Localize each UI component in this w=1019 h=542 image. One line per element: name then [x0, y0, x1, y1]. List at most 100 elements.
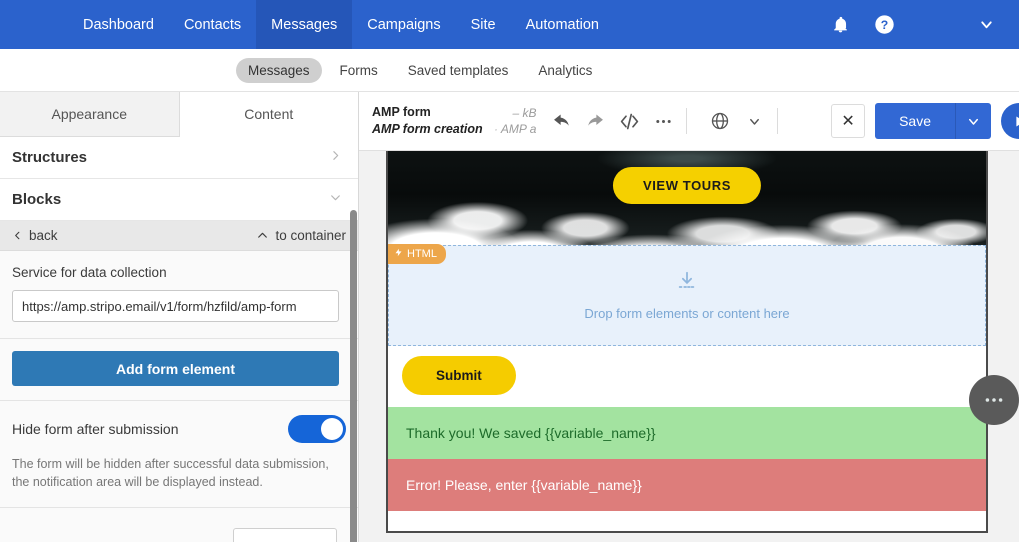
tab-label: Content [244, 106, 294, 122]
hide-form-label: Hide form after submission [12, 421, 179, 437]
dropzone-text: Drop form elements or content here [584, 306, 790, 321]
success-notification[interactable]: Thank you! We saved {{variable_name}} [388, 407, 986, 459]
nav-label: Campaigns [367, 16, 441, 33]
nav-item-automation[interactable]: Automation [511, 0, 614, 49]
tab-appearance[interactable]: Appearance [0, 92, 180, 137]
chevron-down-icon [329, 191, 342, 208]
sidebar-bottom-area [0, 508, 358, 527]
top-nav-right-group: ? [829, 0, 1019, 49]
editor-toolbar: AMP form AMP form creation – kB · AMP a [359, 92, 1019, 151]
document-type: AMP a [500, 122, 537, 136]
chevron-up-icon [258, 232, 268, 238]
language-group [705, 106, 769, 136]
hero-image-block[interactable]: VIEW TOURS [388, 151, 986, 245]
nav-item-site[interactable]: Site [456, 0, 511, 49]
html-badge-label: HTML [407, 248, 437, 260]
nav-label: Contacts [183, 16, 242, 33]
service-field-label: Service for data collection [12, 265, 167, 280]
accordion-label: Blocks [12, 191, 62, 208]
editor-sidebar: Appearance Content Structures Blocks bac… [0, 92, 359, 542]
hide-form-toggle-row: Hide form after submission [12, 415, 346, 443]
to-container-button[interactable]: to container [256, 228, 346, 243]
close-button[interactable]: ✕ [831, 104, 866, 138]
service-url-input[interactable] [12, 290, 339, 322]
top-navigation-bar: Dashboard Contacts Messages Campaigns Si… [0, 0, 1019, 49]
tab-content[interactable]: Content [179, 92, 358, 137]
nav-label: Site [470, 16, 496, 33]
help-circle-icon[interactable]: ? [873, 14, 895, 36]
sub-navigation-bar: Messages Forms Saved templates Analytics [0, 49, 1019, 92]
redo-arrow-icon[interactable] [580, 106, 610, 136]
workspace: Appearance Content Structures Blocks bac… [0, 92, 1019, 542]
play-preview-button[interactable] [1001, 103, 1019, 139]
save-button-group: Save [875, 103, 991, 139]
tab-label: Appearance [51, 106, 127, 122]
accordion-structures[interactable]: Structures [0, 137, 358, 179]
nav-item-contacts[interactable]: Contacts [169, 0, 256, 49]
subnav-item-saved-templates[interactable]: Saved templates [396, 58, 521, 83]
document-type-line: · AMP a [494, 121, 536, 137]
subnav-label: Analytics [538, 62, 593, 78]
language-chevron-down-icon[interactable] [739, 106, 769, 136]
submit-button-block: Submit [388, 346, 986, 407]
more-horizontal-icon [985, 398, 1003, 402]
editor-pane: AMP form AMP form creation – kB · AMP a [359, 92, 1019, 542]
account-chevron-down-icon[interactable] [975, 14, 997, 36]
document-meta-group: – kB · AMP a [494, 105, 536, 137]
add-form-element-section: Add form element [0, 339, 358, 400]
document-title: AMP form [372, 105, 431, 120]
save-button[interactable]: Save [875, 103, 955, 139]
svg-text:?: ? [880, 18, 887, 32]
submit-button[interactable]: Submit [402, 356, 516, 395]
nav-label: Automation [525, 16, 599, 33]
sidebar-tabs: Appearance Content [0, 92, 358, 137]
email-footer-spacer [388, 511, 986, 533]
hide-form-toggle[interactable] [288, 415, 346, 443]
subnav-label: Forms [339, 62, 378, 78]
toolbar-actions: ✕ Save [831, 103, 1019, 139]
subnav-item-forms[interactable]: Forms [328, 58, 390, 83]
document-size: – kB [512, 105, 537, 120]
save-chevron-down-icon[interactable] [955, 103, 991, 139]
code-brackets-icon[interactable] [614, 106, 644, 136]
hide-form-description: The form will be hidden after successful… [12, 457, 329, 490]
sidebar-scrollbar[interactable] [350, 210, 357, 542]
globe-icon[interactable] [705, 106, 735, 136]
subnav-item-analytics[interactable]: Analytics [526, 58, 604, 83]
email-document: VIEW TOURS Drop form elements or content… [386, 151, 988, 533]
html-block-wrapper: Drop form elements or content here HTML [388, 244, 986, 346]
html-block-badge[interactable]: HTML [388, 244, 446, 264]
breadcrumb-back-bar: back to container [0, 221, 358, 251]
drop-download-icon [676, 270, 698, 297]
document-title-group: AMP form AMP form creation [372, 104, 490, 138]
subnav-item-messages[interactable]: Messages [236, 57, 322, 83]
nav-label: Dashboard [83, 16, 154, 33]
error-notification[interactable]: Error! Please, enter {{variable_name}} [388, 459, 986, 511]
nav-item-campaigns[interactable]: Campaigns [352, 0, 455, 49]
nav-item-dashboard[interactable]: Dashboard [68, 0, 169, 49]
meta-separator: · [494, 122, 498, 136]
play-triangle-icon [1015, 116, 1019, 126]
email-canvas: VIEW TOURS Drop form elements or content… [359, 151, 1019, 542]
nav-label: Messages [271, 16, 338, 33]
nav-item-messages[interactable]: Messages [256, 0, 353, 49]
form-dropzone[interactable]: Drop form elements or content here [388, 245, 986, 346]
subnav-label: Messages [248, 62, 310, 78]
document-subtitle: AMP form creation [372, 122, 483, 136]
toggle-knob [321, 418, 343, 440]
add-form-element-button[interactable]: Add form element [12, 351, 339, 386]
accordion-blocks[interactable]: Blocks [0, 179, 358, 221]
canvas-more-options-button[interactable] [969, 375, 1019, 425]
to-container-label: to container [275, 228, 346, 243]
undo-arrow-icon[interactable] [546, 106, 576, 136]
bell-icon[interactable] [829, 14, 851, 36]
back-button[interactable]: back [12, 228, 58, 243]
hide-form-section: Hide form after submission The form will… [0, 401, 358, 508]
more-horizontal-icon[interactable] [648, 106, 678, 136]
view-tours-button[interactable]: VIEW TOURS [612, 167, 762, 204]
sidebar-partial-control[interactable] [233, 528, 337, 542]
lightning-bolt-icon [394, 247, 403, 261]
top-nav-items: Dashboard Contacts Messages Campaigns Si… [68, 0, 614, 49]
toolbar-separator-1 [686, 108, 688, 134]
toolbar-separator-2 [777, 108, 779, 134]
